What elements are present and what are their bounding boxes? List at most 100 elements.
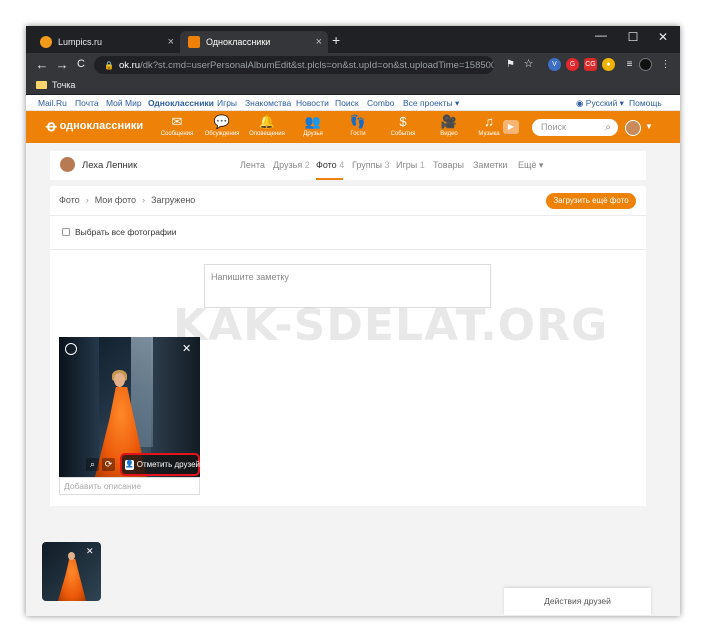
reading-list-icon[interactable]: ≡	[623, 58, 636, 71]
profile-tab-notes[interactable]: Заметки	[473, 160, 507, 170]
topnav-link[interactable]: Mail.Ru	[38, 98, 67, 108]
rotate-icon[interactable]: ⟳	[102, 458, 115, 471]
user-avatar[interactable]	[625, 120, 641, 136]
select-circle-icon[interactable]	[65, 343, 77, 355]
ok-search-input[interactable]: Поиск ⌕	[532, 119, 618, 136]
bookmark-label: Точка	[52, 80, 76, 90]
tab-lumpics[interactable]: Lumpics.ru ×	[32, 31, 180, 53]
folder-icon	[36, 81, 47, 89]
new-tab-button[interactable]: +	[332, 32, 340, 48]
tab-label: Товары	[433, 160, 464, 170]
reload-button[interactable]: C	[73, 58, 89, 70]
lock-icon: 🔒	[104, 60, 114, 70]
breadcrumb-photos[interactable]: Фото	[59, 195, 80, 205]
select-all-label: Выбрать все фотографии	[75, 227, 177, 237]
thumb-dress	[58, 559, 86, 601]
maximize-button[interactable]: ☐	[618, 30, 648, 44]
nav-guests[interactable]: 👣 Гости	[336, 114, 380, 138]
language-selector[interactable]: ◉ Русский ▾	[576, 98, 624, 109]
tab-label: Лента	[240, 160, 265, 170]
tab-odnoklassniki[interactable]: Одноклассники ×	[180, 31, 328, 53]
profile-name[interactable]: Леха Лепник	[82, 160, 137, 171]
select-all-checkbox[interactable]: Выбрать все фотографии	[62, 227, 176, 237]
topnav-link[interactable]: Одноклассники	[148, 98, 214, 108]
bookmark-tochka[interactable]: Точка	[36, 80, 75, 90]
extension-vpn-icon[interactable]: V	[548, 58, 561, 71]
tab-close-icon[interactable]: ×	[316, 36, 322, 48]
profile-tab-games[interactable]: Игры 1	[396, 160, 425, 170]
watermark: KAK-SDELAT.ORG	[173, 300, 609, 351]
profile-tab-feed[interactable]: Лента	[240, 160, 265, 170]
forward-button[interactable]: →	[54, 57, 70, 72]
nav-label: Друзья	[303, 131, 323, 137]
topnav-link[interactable]: Все проекты ▾	[403, 98, 459, 109]
topnav-link[interactable]: Поиск	[335, 98, 359, 108]
star-icon[interactable]: ☆	[522, 58, 535, 71]
chat-bubbles-icon: 💬	[213, 114, 231, 129]
tab-close-icon[interactable]: ×	[168, 36, 174, 48]
topnav-link[interactable]: Игры	[217, 98, 237, 108]
menu-kebab-icon[interactable]: ⋮	[659, 58, 672, 71]
help-link[interactable]: Помощь	[629, 98, 662, 108]
extension-shield-icon[interactable]: ●	[602, 58, 615, 71]
nav-discussions[interactable]: 💬 Обсуждения	[200, 114, 244, 138]
nav-friends[interactable]: 👥 Друзья	[291, 114, 335, 138]
tab-label: Фото	[316, 160, 337, 170]
profile-tab-photos[interactable]: Фото 4	[316, 160, 344, 170]
nav-label: Видео	[440, 131, 458, 137]
nav-notifications[interactable]: 🔔 Оповещения	[245, 114, 289, 138]
ok-header: ꝋ одноклассники ✉ Сообщения 💬 Обсуждения 🔔…	[26, 111, 680, 143]
profile-avatar-icon[interactable]	[639, 58, 652, 71]
profile-tab-goods[interactable]: Товары	[433, 160, 464, 170]
mailru-top-nav: Mail.Ru Почта Мой Мир Одноклассники Игры…	[26, 95, 680, 111]
breadcrumb-my-photos[interactable]: Мои фото	[95, 195, 136, 205]
divider	[50, 249, 646, 250]
address-bar[interactable]: 🔒 ok.ru /dk?st.cmd=userPersonalAlbumEdit…	[94, 56, 494, 74]
close-icon[interactable]: ✕	[86, 546, 94, 557]
checkbox-icon[interactable]	[62, 228, 70, 236]
profile-tab-groups[interactable]: Группы 3	[352, 160, 390, 170]
tag-friends-button[interactable]: 👤 Отметить друзей	[120, 453, 200, 476]
translate-icon[interactable]: ⚑	[504, 58, 517, 71]
ok-logo-text: одноклассники	[59, 120, 144, 132]
nav-video[interactable]: 🎥 Видео	[427, 114, 471, 138]
zoom-icon[interactable]: ⌕	[86, 458, 99, 471]
minimize-button[interactable]: —	[586, 28, 616, 42]
url-path: /dk?st.cmd=userPersonalAlbumEdit&st.plcl…	[140, 59, 494, 71]
chevron-down-icon[interactable]: ▼	[645, 122, 653, 131]
upload-preview-thumbnail[interactable]: ✕	[42, 542, 101, 601]
back-button[interactable]: ←	[34, 57, 50, 72]
profile-bar: Леха Лепник Лента Друзья 2 Фото 4 Группы…	[50, 151, 646, 180]
photo-description-input[interactable]: Добавить описание	[59, 477, 200, 495]
nav-events[interactable]: $ События	[381, 114, 425, 138]
photo-card: ✕ ⌕ ⟳ 👤 Отметить друзей Добавить описани…	[59, 337, 200, 496]
topnav-link[interactable]: Мой Мир	[106, 98, 142, 108]
profile-tab-more[interactable]: Ещё ▾	[518, 160, 543, 171]
topnav-link[interactable]: Знакомства	[245, 98, 291, 108]
profile-tab-friends[interactable]: Друзья 2	[273, 160, 310, 170]
tab-count: 3	[384, 160, 390, 170]
envelope-icon: ✉	[171, 114, 183, 129]
language-label: Русский ▾	[585, 98, 624, 108]
close-icon[interactable]: ✕	[182, 342, 191, 355]
ok-logo[interactable]: ꝋ одноклассники	[46, 117, 143, 135]
tab-label: Ещё ▾	[518, 160, 544, 170]
active-tab-indicator	[316, 178, 343, 180]
play-icon[interactable]: ▶	[503, 120, 519, 134]
friends-actions-panel[interactable]: Действия друзей	[504, 588, 651, 615]
search-icon[interactable]: ⌕	[605, 119, 611, 136]
tab-count: 4	[339, 160, 345, 170]
upload-more-button[interactable]: Загрузить ещё фото	[546, 193, 636, 209]
profile-avatar[interactable]	[60, 157, 75, 172]
topnav-link[interactable]: Combo	[367, 98, 394, 108]
chevron-right-icon: ›	[85, 195, 89, 205]
topnav-link[interactable]: Новости	[296, 98, 329, 108]
events-icon: $	[399, 114, 407, 129]
extension-cg-icon[interactable]: CG	[584, 58, 597, 71]
ok-logo-icon: ꝋ	[46, 118, 57, 135]
topnav-link[interactable]: Почта	[75, 98, 99, 108]
photo-image[interactable]: ✕ ⌕ ⟳ 👤 Отметить друзей	[59, 337, 200, 477]
close-window-button[interactable]: ✕	[648, 30, 678, 44]
nav-messages[interactable]: ✉ Сообщения	[155, 114, 199, 138]
extension-opera-icon[interactable]: G	[566, 58, 579, 71]
